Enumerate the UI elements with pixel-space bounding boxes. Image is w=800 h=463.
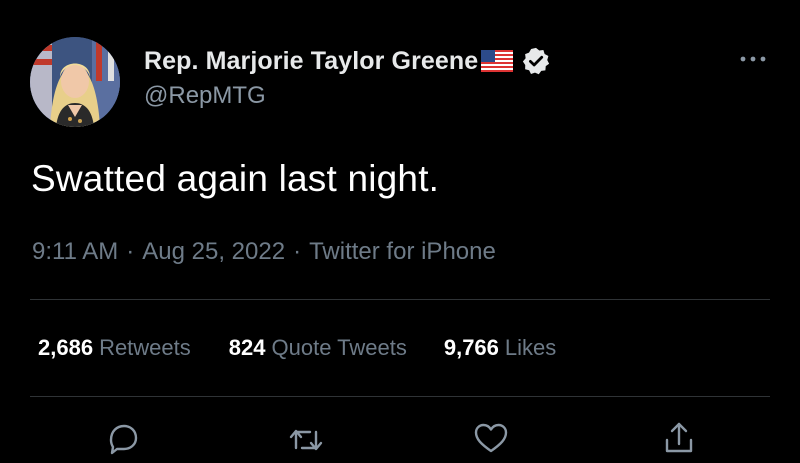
- tweet-time[interactable]: 9:11 AM: [32, 238, 118, 266]
- divider: [30, 396, 770, 397]
- avatar[interactable]: [30, 37, 120, 127]
- likes-label: Likes: [504, 335, 557, 360]
- retweets-label: Retweets: [99, 335, 191, 360]
- like-icon[interactable]: [471, 418, 511, 458]
- share-icon[interactable]: [659, 418, 699, 458]
- divider: [30, 299, 770, 300]
- retweets-count: 2,686: [38, 335, 94, 360]
- action-bar: [0, 418, 800, 455]
- likes-count: 9,766: [443, 335, 499, 360]
- retweet-icon[interactable]: [286, 418, 326, 458]
- quote-tweets-count: 824: [228, 335, 266, 360]
- verified-badge-icon: [521, 46, 551, 76]
- quote-tweets-label: Quote Tweets: [271, 335, 407, 360]
- display-name[interactable]: Rep. Marjorie Taylor Greene: [144, 47, 478, 76]
- more-options-icon[interactable]: [738, 52, 768, 66]
- tweet-meta: 9:11 AM · Aug 25, 2022 · Twitter for iPh…: [32, 238, 496, 266]
- tweet-date[interactable]: Aug 25, 2022: [142, 238, 285, 266]
- tweet-source[interactable]: Twitter for iPhone: [309, 238, 496, 266]
- meta-separator: ·: [126, 238, 135, 265]
- display-name-row: Rep. Marjorie Taylor Greene: [144, 44, 551, 78]
- reply-icon[interactable]: [103, 418, 143, 458]
- user-handle[interactable]: @RepMTG: [144, 82, 266, 110]
- meta-separator: ·: [293, 238, 302, 265]
- avatar-image: [30, 37, 120, 127]
- likes-stat[interactable]: 9,766 Likes: [444, 335, 556, 361]
- us-flag-icon: [481, 50, 514, 72]
- quote-tweets-stat[interactable]: 824 Quote Tweets: [229, 335, 407, 361]
- tweet-text: Swatted again last night.: [31, 158, 440, 199]
- engagement-stats: 2,686 Retweets 824 Quote Tweets 9,766 Li…: [38, 335, 556, 361]
- retweets-stat[interactable]: 2,686 Retweets: [38, 335, 191, 361]
- tweet-card: Rep. Marjorie Taylor Greene @RepMTG Swat…: [0, 0, 800, 455]
